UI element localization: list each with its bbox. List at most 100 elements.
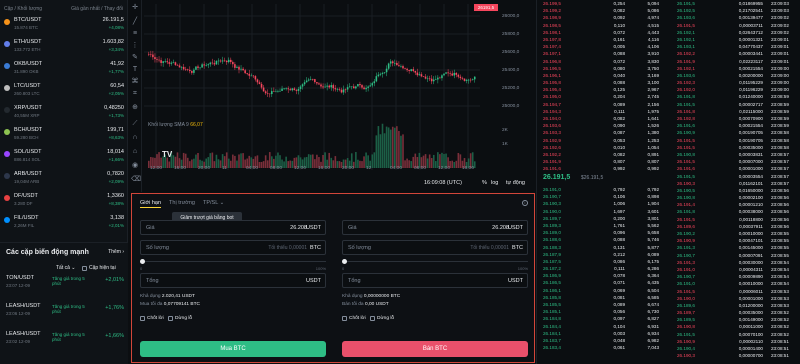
checkbox-box[interactable] <box>82 265 87 271</box>
pair-volume: 19,04M ARB <box>14 179 40 184</box>
sell-quantity-field[interactable]: Số lượng Tối thiểu 0,00001 BTC <box>342 240 528 255</box>
log-scale-button[interactable]: log <box>491 180 498 186</box>
slider-max: 100% <box>517 266 528 271</box>
orderbook-cell: 23:08:58 <box>771 144 789 150</box>
checkbox-box[interactable] <box>168 316 173 321</box>
qty-placeholder[interactable]: Tối thiểu 0,00001 <box>268 245 307 251</box>
orderbook-cell: 0,00001321 <box>738 36 763 42</box>
mover-row[interactable]: LEASH/USDT 23:02 12-09 Tăng giá trong 5 ph… <box>6 331 124 353</box>
last-price: 0,7820 <box>107 171 124 177</box>
x-tick-label: 04:00 <box>246 166 259 171</box>
orderbook-cell: 0,00021554 <box>738 65 763 71</box>
orderbook-cell: 26.192,1 <box>677 29 695 35</box>
orderbook-cell: 1,975 <box>647 108 660 114</box>
max-label: Bán tối đa <box>342 302 364 307</box>
sell-amount-slider[interactable]: 0 100% <box>342 259 528 271</box>
mover-row[interactable]: LEASH/USDT 23:06 12-09 Tăng giá trong 5 ph… <box>6 303 124 325</box>
orderbook-cell: 26.191,8 <box>677 94 695 100</box>
checkbox-box[interactable] <box>342 316 347 321</box>
pair-volume-header[interactable]: Cặp / Khối lượng <box>4 6 42 12</box>
tab-limit[interactable]: Giới hạn <box>140 200 162 208</box>
orderbook-cell: 26.183,7 <box>543 337 561 343</box>
slider-track[interactable] <box>140 261 326 262</box>
market-row[interactable]: ETH/USDT 133.772 ETH 1.603,82 +3,34% <box>4 38 124 60</box>
buy-btc-button[interactable]: Mua BTC <box>140 341 326 357</box>
market-row[interactable]: ARB/USDT 19,04M ARB 0,7820 +2,09% <box>4 170 124 192</box>
pair-volume: 133.772 ETH <box>14 47 41 52</box>
volume-bar <box>266 160 269 168</box>
tab-tpsl[interactable]: TP/SL ⌄ <box>203 200 224 208</box>
pair-volume: 31.890 OKB <box>14 69 39 74</box>
percent-scale-button[interactable]: % <box>482 180 487 186</box>
sell-stop-loss-checkbox[interactable]: Dừng lỗ <box>370 316 394 321</box>
market-row[interactable]: OKB/USDT 31.890 OKB 41,92 +1,77% <box>4 60 124 82</box>
orderbook-cell: 23:08:57 <box>771 166 789 172</box>
candle <box>334 88 337 90</box>
slider-handle[interactable] <box>342 259 347 264</box>
sell-total-field[interactable]: Tổng USDT <box>342 273 528 288</box>
buy-amount-slider[interactable]: 0 100% <box>140 259 326 271</box>
candlestick-canvas[interactable] <box>128 0 536 192</box>
orderbook-cell: 0,01196229 <box>739 87 763 93</box>
volume-bar <box>391 126 394 168</box>
sell-btc-button[interactable]: Bán BTC <box>342 341 528 357</box>
slider-handle[interactable] <box>140 259 145 264</box>
candle <box>461 78 464 79</box>
candle <box>205 65 207 66</box>
buy-quantity-field[interactable]: Số lượng Tối thiểu 0,00001 BTC <box>140 240 326 255</box>
market-row[interactable]: SOL/USDT 886.814 SOL 18,014 +1,66% <box>4 148 124 170</box>
market-row[interactable]: DF/USDT 3.280 DF 1,3360 +8,38% <box>4 192 124 214</box>
mover-time: 23:06 12-09 <box>6 311 31 316</box>
candle <box>381 72 384 74</box>
volume-bar <box>307 154 310 168</box>
volume-bar <box>236 160 238 168</box>
candle <box>379 73 382 75</box>
orderbook-cell: 0,00035000 <box>738 310 763 316</box>
movers-current-pair-checkbox[interactable]: Cặp hiện tại <box>82 265 116 271</box>
candle <box>430 78 433 82</box>
orderbook-cell: 1,526 <box>647 123 660 129</box>
market-row[interactable]: BTC/USDT 15.874 BTC 26.191,5 +4,08% <box>4 16 124 38</box>
market-row[interactable]: LTC/USDT 260.803 LTC 60,54 +2,05% <box>4 82 124 104</box>
buy-take-profit-checkbox[interactable]: Chốt lời <box>140 316 164 321</box>
price-change-header[interactable]: Giá gần nhất / Thay đổi <box>71 6 123 12</box>
orderbook-cell: 23:08:59 <box>771 116 789 121</box>
orderbook-cell: 23:08:56 <box>771 187 789 193</box>
market-row[interactable]: XRP/USDT 40,55M XRP 0,48250 +1,73% <box>4 104 124 126</box>
buy-price-field[interactable]: Giá 26.208 USDT <box>140 220 326 235</box>
qty-placeholder[interactable]: Tối thiểu 0,00001 <box>470 245 509 251</box>
auto-scale-button[interactable]: tự động <box>506 180 525 186</box>
sell-price-field[interactable]: Giá 26.208 USDT <box>342 220 528 235</box>
market-row[interactable]: BCH/USDT 59.280 BCH 199,71 +8,63% <box>4 126 124 148</box>
tab-market[interactable]: Thị trường <box>169 200 195 208</box>
top-movers-more-tab[interactable]: Thêm › <box>108 249 124 255</box>
orderbook-cell: 26.198,1 <box>543 29 561 35</box>
orderbook-cell: 26.190,0 <box>677 295 695 301</box>
movers-filter-dropdown[interactable]: Tất cả ⌄ <box>56 265 75 271</box>
price-value[interactable]: 26.208 <box>290 225 307 231</box>
last-price: 0,48250 <box>104 105 124 111</box>
mover-row[interactable]: TON/USDT 23:07 12-09 Tăng giá trong 5 phút… <box>6 275 124 297</box>
orderbook-cell: 6,286 <box>647 266 660 272</box>
buy-total-field[interactable]: Tổng USDT <box>140 273 326 288</box>
utc-clock[interactable]: 16:09:08 (UTC) <box>424 180 462 186</box>
orderbook-cell: 3,750 <box>647 65 660 71</box>
settings-icon[interactable]: i <box>522 200 528 206</box>
price-chart[interactable]: ✛ ╱ ≡ ⋮ ✎ T ⌘ ⌗ ⊕ ⟋ ∩ ⌂ ◉ ⌫ Khối lượng S… <box>128 0 536 192</box>
buy-stop-loss-checkbox[interactable]: Dừng lỗ <box>168 316 192 321</box>
sell-take-profit-checkbox[interactable]: Chốt lời <box>342 316 366 321</box>
orderbook-cell: 0,00149000 <box>738 317 763 323</box>
orderbook-cell: 26.196,8 <box>543 58 561 64</box>
price-value[interactable]: 26.208 <box>492 225 509 231</box>
candle <box>234 64 236 68</box>
checkbox-box[interactable] <box>140 316 145 321</box>
candle <box>258 82 261 84</box>
candle <box>158 59 160 61</box>
market-row[interactable]: FIL/USDT 2,26M FIL 3,138 +2,01% <box>4 214 124 236</box>
checkbox-box[interactable] <box>370 316 375 321</box>
last-price: 1.603,82 <box>102 39 124 45</box>
ask-quantities: 0,254 0,082 0,092 0,110 0,072 0,161 0,005 0,088… <box>597 0 626 173</box>
slider-track[interactable] <box>342 261 528 262</box>
orderbook-cell: 26.194,7 <box>543 101 561 107</box>
x-tick-label: 11 <box>222 166 227 171</box>
